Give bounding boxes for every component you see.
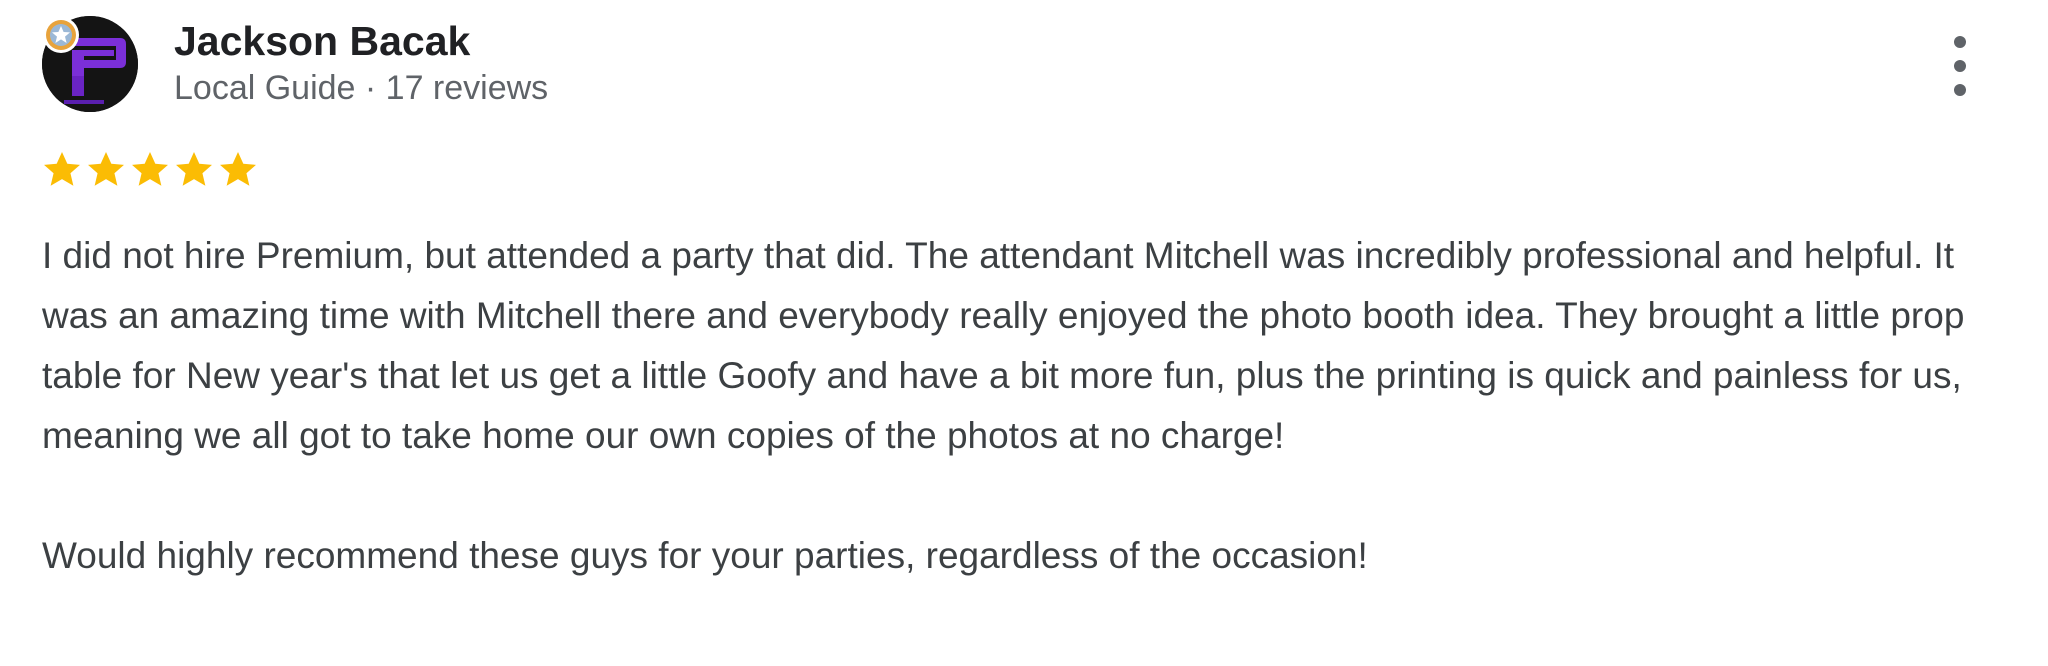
review-text: I did not hire Premium, but attended a p… (42, 226, 2022, 586)
star-icon (176, 152, 212, 186)
more-vert-icon-dot (1954, 60, 1966, 72)
local-guide-badge-icon (43, 17, 79, 53)
star-rating (40, 148, 260, 192)
review-paragraph: I did not hire Premium, but attended a p… (42, 235, 1965, 456)
more-vert-icon-dot (1954, 84, 1966, 96)
reviewer-meta[interactable]: Local Guide · 17 reviews (174, 66, 548, 110)
reviewer-name[interactable]: Jackson Bacak (174, 16, 470, 66)
star-icon (44, 152, 80, 186)
star-icon (132, 152, 168, 186)
review-paragraph: Would highly recommend these guys for yo… (42, 535, 1368, 576)
more-vert-icon (1954, 36, 1966, 48)
reviewer-avatar[interactable] (42, 16, 138, 112)
review-card: Jackson Bacak Local Guide · 17 reviews I… (0, 0, 2048, 666)
star-icon (88, 152, 124, 186)
star-icon (220, 152, 256, 186)
more-options-button[interactable] (1934, 36, 1986, 96)
